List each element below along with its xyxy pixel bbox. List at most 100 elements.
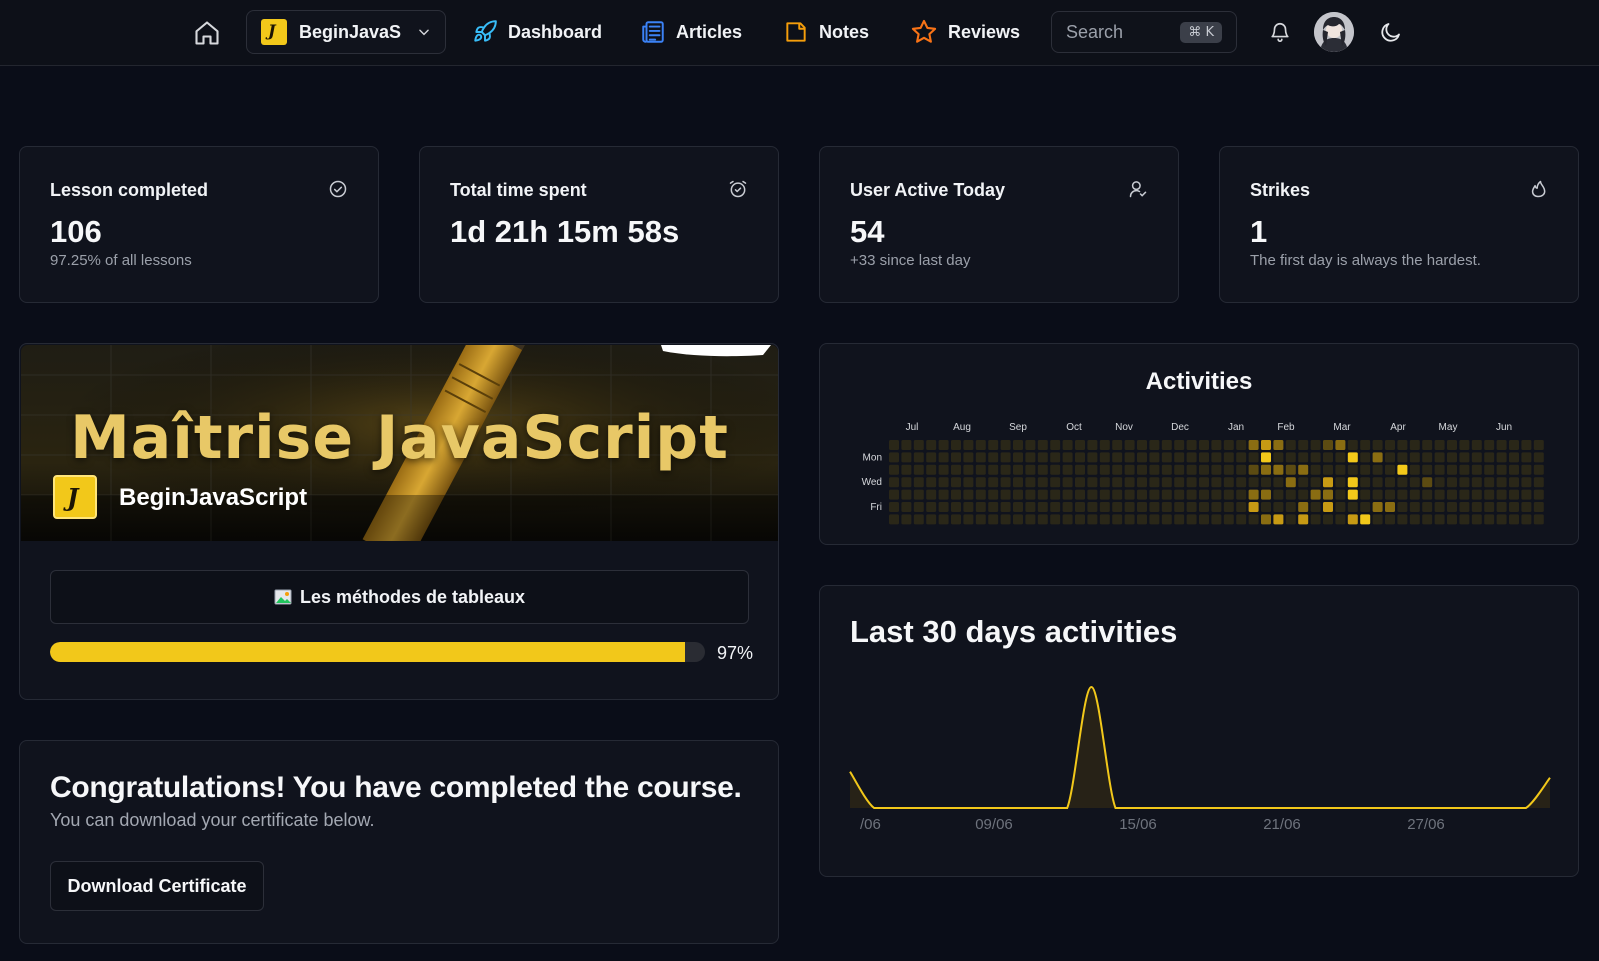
- heatmap-cell: [1087, 489, 1098, 500]
- home-button[interactable]: [192, 16, 222, 50]
- theme-toggle-button[interactable]: [1376, 17, 1406, 47]
- heatmap-cell: [926, 514, 937, 525]
- heatmap-cell: [913, 502, 924, 512]
- heatmap-cell: [913, 489, 924, 500]
- heatmap-cell: [1149, 477, 1160, 488]
- heatmap-cell: [1174, 477, 1185, 488]
- heatmap-cell: [1261, 502, 1271, 512]
- stat-subtitle: 97.25% of all lessons: [50, 252, 192, 269]
- heatmap-cell: [901, 489, 912, 500]
- heatmap-cell: [1161, 489, 1172, 500]
- search-box[interactable]: ⌘ K: [1051, 11, 1237, 53]
- heatmap-cell: [1112, 514, 1123, 525]
- heatmap-cell: [1199, 489, 1209, 500]
- heatmap-cell: [1174, 452, 1185, 463]
- heatmap-cell: [1372, 489, 1383, 500]
- heatmap-cell: [1062, 464, 1073, 475]
- avatar[interactable]: [1314, 12, 1354, 52]
- heatmap-cell: [1434, 477, 1445, 488]
- heatmap-cell: [1149, 440, 1160, 450]
- heatmap-cell: [1124, 502, 1135, 512]
- heatmap-cell: [1310, 502, 1321, 512]
- heatmap-cell: [988, 464, 999, 475]
- heatmap-cell: [1298, 489, 1309, 500]
- nav-reviews[interactable]: Reviews: [910, 15, 1020, 49]
- heatmap-cell: [1124, 477, 1135, 488]
- current-lesson-label: Les méthodes de tableaux: [299, 586, 526, 607]
- heatmap-cell: [1273, 514, 1284, 525]
- heatmap-cell: [975, 489, 986, 500]
- nav-notes[interactable]: Notes: [783, 15, 869, 49]
- rocket-icon: [474, 20, 497, 42]
- heatmap-cell: [889, 514, 899, 525]
- heatmap-cell: [1161, 477, 1172, 488]
- course-selector[interactable]: J BeginJavaS: [246, 10, 446, 54]
- heatmap-cell: [1161, 452, 1172, 463]
- last-30-days-card: Last 30 days activities /06 09/06 15/06 21/…: [819, 585, 1579, 877]
- heatmap-cell: [1050, 440, 1061, 450]
- heatmap-month-label: Jan: [1228, 422, 1244, 433]
- heatmap-cell: [1137, 489, 1147, 500]
- heatmap-cell: [1335, 464, 1346, 475]
- heatmap-cell: [1261, 477, 1271, 488]
- heatmap-cell: [889, 440, 899, 450]
- stat-title: Strikes: [1250, 180, 1311, 200]
- heatmap-cell: [1471, 452, 1482, 463]
- heatmap-cell: [889, 452, 899, 463]
- stat-title: Lesson completed: [50, 180, 209, 200]
- congrats-subtitle: You can download your certificate below.: [50, 810, 375, 830]
- heatmap-cell: [1075, 440, 1085, 450]
- search-input[interactable]: [1066, 21, 1166, 43]
- heatmap-day-label: Mon: [863, 452, 882, 463]
- heatmap-cell: [1298, 502, 1309, 512]
- heatmap-cell: [988, 440, 999, 450]
- heatmap-cell: [1261, 452, 1271, 463]
- nav-dashboard[interactable]: Dashboard: [472, 15, 602, 49]
- course-progress-percent: 97%: [717, 643, 754, 663]
- download-certificate-button[interactable]: Download Certificate: [50, 861, 264, 911]
- heatmap-cell: [1248, 502, 1259, 512]
- last-30-days-chart: /06 09/06 15/06 21/06 27/06: [849, 685, 1551, 833]
- stat-subtitle: +33 since last day: [850, 252, 971, 269]
- stat-title: Total time spent: [450, 180, 587, 200]
- heatmap-cell: [1385, 502, 1395, 512]
- heatmap-cell: [1298, 440, 1309, 450]
- heatmap-cell: [1062, 502, 1073, 512]
- heatmap-cell: [1161, 464, 1172, 475]
- heatmap-cell: [1000, 502, 1011, 512]
- heatmap-cell: [1248, 514, 1259, 525]
- heatmap-cell: [963, 440, 974, 450]
- heatmap-cell: [1447, 452, 1457, 463]
- heatmap-cell: [1447, 464, 1457, 475]
- heatmap-cell: [1422, 440, 1433, 450]
- heatmap-cell: [926, 502, 937, 512]
- heatmap-cell: [1533, 440, 1544, 450]
- heatmap-cell: [1075, 489, 1085, 500]
- stat-value: 1d 21h 15m 58s: [450, 214, 680, 249]
- notifications-button[interactable]: [1266, 18, 1294, 46]
- heatmap-cell: [1000, 452, 1011, 463]
- heatmap-cell: [963, 502, 974, 512]
- heatmap-cell: [1372, 502, 1383, 512]
- current-lesson-button[interactable]: Les méthodes de tableaux: [50, 570, 749, 624]
- heatmap-cell: [1013, 502, 1023, 512]
- heatmap-cell: [1360, 502, 1371, 512]
- heatmap-cell: [975, 477, 986, 488]
- course-progress-fill: [50, 642, 686, 662]
- heatmap-cell: [913, 440, 924, 450]
- heatmap-cell: [975, 464, 986, 475]
- nav-articles[interactable]: Articles: [640, 15, 742, 49]
- heatmap-cell: [1037, 502, 1048, 512]
- heatmap-cell: [963, 489, 974, 500]
- heatmap-cell: [1521, 452, 1532, 463]
- heatmap-cell: [1397, 502, 1408, 512]
- heatmap-cell: [1149, 452, 1160, 463]
- heatmap-cell: [1261, 489, 1271, 500]
- heatmap-cell: [1409, 452, 1420, 463]
- stat-value: 106: [50, 214, 102, 249]
- heatmap-cell: [1496, 514, 1507, 525]
- course-progress-bar: [50, 642, 705, 662]
- heatmap-month-label: Jul: [906, 422, 919, 433]
- heatmap-cell: [1124, 440, 1135, 450]
- heatmap-cell: [1186, 477, 1197, 488]
